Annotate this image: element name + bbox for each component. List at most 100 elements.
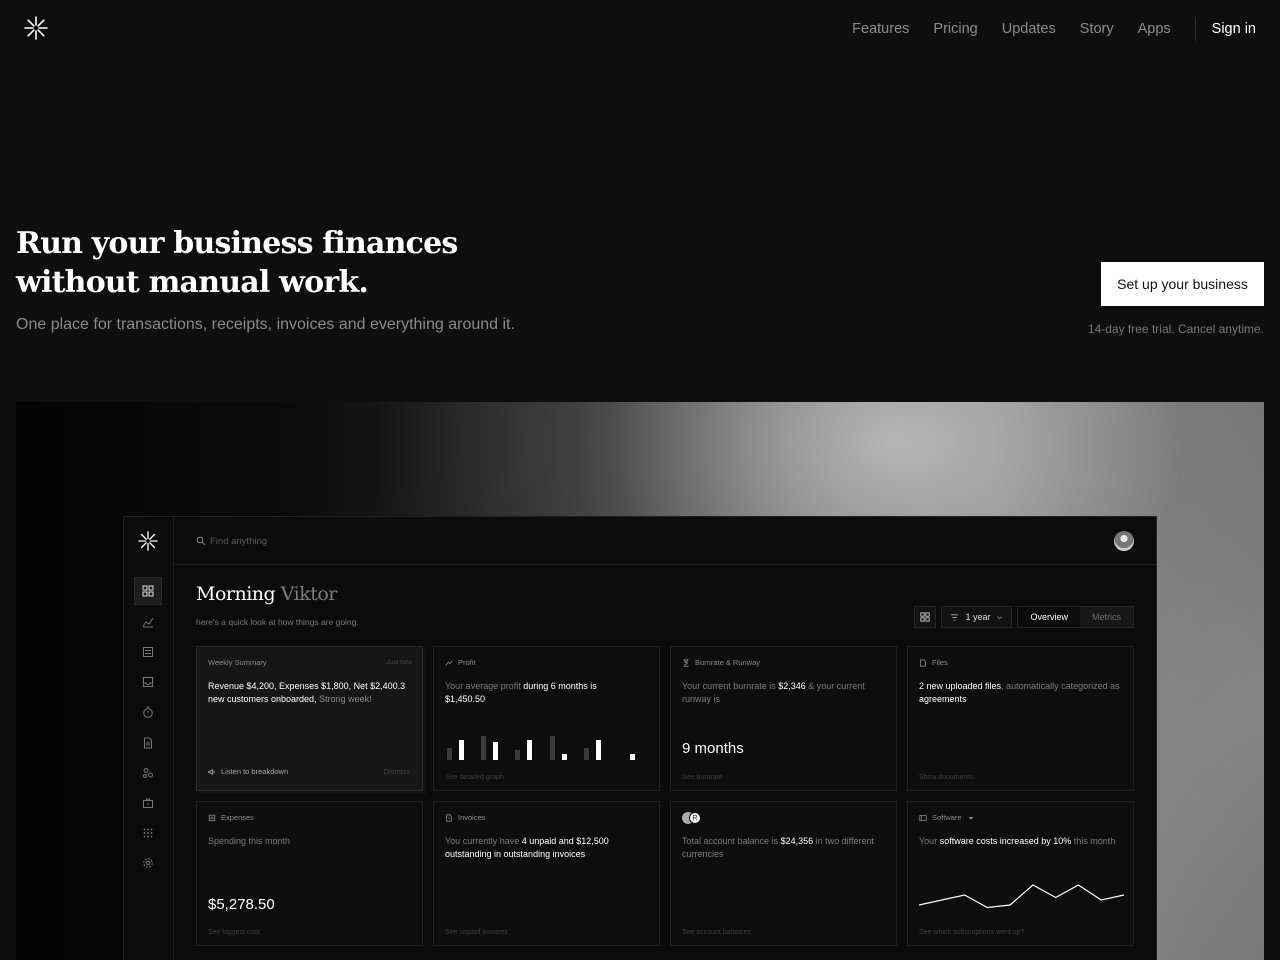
- software-header[interactable]: Software: [919, 813, 975, 822]
- burnrate-header: Burnrate & Runway: [682, 658, 760, 667]
- listen-breakdown-button[interactable]: Listen to breakdown: [208, 767, 288, 776]
- sidebar-item-invoices[interactable]: [134, 729, 162, 757]
- dashboard-sidebar: [124, 517, 174, 960]
- software-t3: this month: [1073, 836, 1116, 846]
- profit-bar-chart: [445, 726, 650, 760]
- view-tabs: Overview Metrics: [1017, 606, 1134, 628]
- dashboard-logo-icon: [138, 531, 158, 551]
- expenses-text: Spending this month: [208, 836, 291, 846]
- software-icon: [919, 814, 927, 821]
- software-t1: Your: [919, 836, 938, 846]
- dashboard-showcase: Morning Viktor here's a quick look at ho…: [16, 402, 1264, 960]
- profit-card[interactable]: Profit Your average profit during 6 mont…: [433, 646, 660, 791]
- summary-main: Revenue $4,200, Expenses $1,800, Net $2,…: [208, 681, 406, 704]
- expenses-header: Expenses: [208, 813, 254, 822]
- profit-bar-current: [629, 754, 635, 760]
- sign-in-link[interactable]: Sign in: [1212, 21, 1256, 37]
- files-t2: , automatically categorized as: [1001, 681, 1120, 691]
- currency-coins: R: [682, 812, 706, 824]
- files-card[interactable]: Files 2 new uploaded files, automaticall…: [907, 646, 1134, 791]
- dashboard-topbar: [174, 517, 1156, 565]
- nav-link-updates[interactable]: Updates: [1002, 21, 1056, 37]
- expenses-label: Expenses: [221, 813, 254, 822]
- hero-subtitle: One place for transactions, receipts, in…: [16, 316, 515, 333]
- profit-bar-previous: [515, 750, 521, 760]
- dismiss-button[interactable]: Dismiss: [384, 767, 410, 776]
- sidebar-item-transactions[interactable]: [134, 638, 162, 666]
- profit-bar-current: [561, 754, 567, 760]
- profit-t3: $1,450.50: [445, 694, 486, 704]
- avatar[interactable]: [1114, 531, 1134, 551]
- greeting-name: Viktor: [280, 583, 338, 605]
- briefcase-icon: [143, 798, 153, 808]
- grid-icon: [142, 585, 154, 597]
- software-label: Software: [932, 813, 962, 822]
- search-input[interactable]: [210, 532, 510, 550]
- sidebar-item-vault[interactable]: [134, 789, 162, 817]
- sidebar-item-customers[interactable]: [134, 759, 162, 787]
- burnrate-card[interactable]: Burnrate & Runway Your current burnrate …: [670, 646, 897, 791]
- invoice-icon: [446, 813, 452, 822]
- profit-bar-previous: [481, 736, 487, 760]
- tab-metrics[interactable]: Metrics: [1080, 607, 1133, 627]
- profit-footer-link[interactable]: See detailed graph: [445, 774, 504, 781]
- files-t1: 2 new uploaded files: [919, 681, 1002, 691]
- nav-link-features[interactable]: Features: [852, 21, 909, 37]
- chart-icon: [142, 617, 154, 628]
- brand-logo-icon[interactable]: [24, 16, 48, 40]
- sidebar-item-apps[interactable]: [134, 819, 162, 847]
- summary-time: Just now: [386, 659, 412, 666]
- main-nav: Features Pricing Updates Story Apps Sign…: [828, 17, 1256, 41]
- weekly-summary-card: Weekly Summary Just now Revenue $4,200, …: [196, 646, 423, 791]
- burnrate-footer-link[interactable]: See burnrate: [682, 774, 722, 781]
- nav-link-apps[interactable]: Apps: [1138, 21, 1171, 37]
- set-up-business-button[interactable]: Set up your business: [1101, 262, 1264, 306]
- summary-muted: Strong week!: [319, 694, 372, 704]
- users-icon: [143, 768, 153, 778]
- files-label: Files: [932, 658, 948, 667]
- sidebar-item-overview[interactable]: [134, 577, 162, 605]
- nav-link-pricing[interactable]: Pricing: [933, 21, 977, 37]
- files-t3: agreements: [919, 694, 967, 704]
- burnrate-t1: Your current burnrate is: [682, 681, 776, 691]
- runway-value: 9 months: [682, 740, 744, 757]
- period-select[interactable]: 1 year: [941, 606, 1013, 628]
- balance-card[interactable]: R Total account balance is $24,356 in tw…: [670, 801, 897, 946]
- tab-overview[interactable]: Overview: [1018, 607, 1080, 627]
- expenses-footer-link[interactable]: See biggest cost: [208, 929, 260, 936]
- sidebar-item-analytics[interactable]: [134, 608, 162, 636]
- profit-t2: during 6 months is: [523, 681, 597, 691]
- software-trend-chart: [919, 884, 1124, 909]
- software-card[interactable]: Software Your software costs increased b…: [907, 801, 1134, 946]
- files-text: 2 new uploaded files, automatically cate…: [919, 680, 1124, 706]
- invoices-text: You currently have 4 unpaid and $12,500 …: [445, 835, 650, 861]
- invoices-footer-link[interactable]: See unpaid invoices: [445, 929, 508, 936]
- invoices-card[interactable]: Invoices You currently have 4 unpaid and…: [433, 801, 660, 946]
- nav-link-story[interactable]: Story: [1080, 21, 1114, 37]
- profit-label: Profit: [458, 658, 476, 667]
- profit-bar-previous: [549, 736, 555, 760]
- burnrate-t2: $2,346: [778, 681, 806, 691]
- summary-label: Weekly Summary: [208, 658, 267, 667]
- timer-icon: [143, 706, 153, 718]
- software-footer-link[interactable]: See which subscriptions went up?: [919, 929, 1024, 936]
- sidebar-item-inbox[interactable]: [134, 668, 162, 696]
- apps-grid-icon: [143, 828, 153, 838]
- sidebar-item-tracker[interactable]: [134, 698, 162, 726]
- invoices-t1: You currently have: [445, 836, 520, 846]
- period-value: 1 year: [965, 612, 991, 622]
- software-text: Your software costs increased by 10% thi…: [919, 835, 1124, 848]
- balance-footer-link[interactable]: See account balances: [682, 929, 751, 936]
- profit-bar-current: [595, 740, 601, 760]
- document-icon: [144, 737, 152, 749]
- gear-icon: [143, 858, 153, 868]
- expenses-card[interactable]: Expenses Spending this month $5,278.50 S…: [196, 801, 423, 946]
- files-footer-link[interactable]: Show documents: [919, 774, 973, 781]
- customize-button[interactable]: [914, 606, 937, 628]
- speaker-icon: [208, 768, 215, 775]
- summary-text: Revenue $4,200, Expenses $1,800, Net $2,…: [208, 680, 413, 706]
- list-icon: [143, 647, 153, 657]
- receipt-icon: [208, 814, 216, 821]
- sidebar-item-settings[interactable]: [134, 849, 162, 877]
- files-header: Files: [919, 658, 948, 667]
